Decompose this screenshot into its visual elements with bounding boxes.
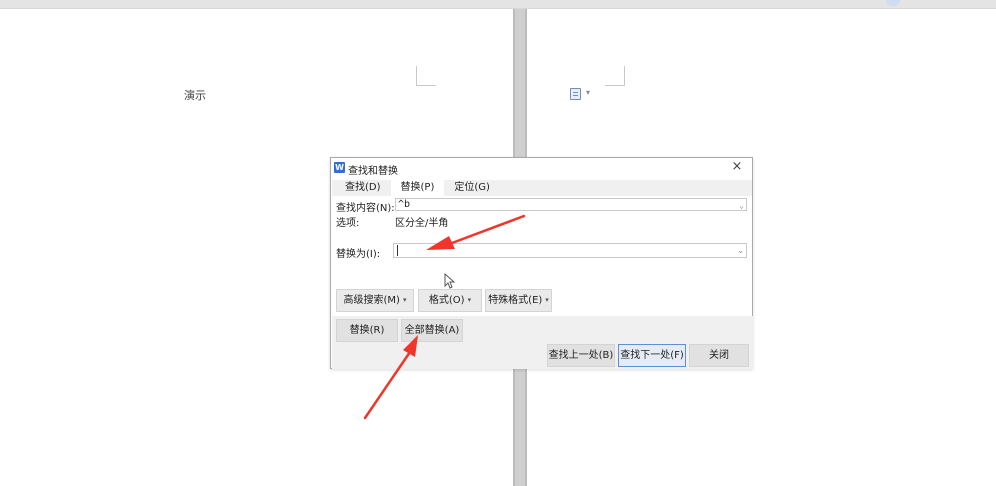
chevron-down-icon[interactable]: ▾ [586,88,590,97]
tab-replace[interactable]: 替换(P) [390,180,445,196]
dialog-titlebar[interactable]: W 查找和替换 × [331,158,752,178]
find-input-value: ^b [398,199,411,210]
chevron-down-icon: ▾ [545,296,549,304]
replace-label: 替换为(I): [336,249,381,260]
options-value: 区分全/半角 [395,218,449,229]
wps-writer-icon: W [334,162,345,173]
tab-find[interactable]: 查找(D) [335,180,391,196]
format-button[interactable]: 格式(O) ▾ [418,289,482,312]
paste-icon[interactable] [570,88,581,100]
page-margin-corner-right [605,66,625,86]
avatar[interactable] [886,0,900,6]
replace-button[interactable]: 替换(R) [336,319,398,342]
options-label: 选项: [336,218,360,229]
find-previous-button[interactable]: 查找上一处(B) [547,344,615,367]
format-label: 格式(O) [428,295,465,306]
text-caret [397,245,398,256]
tab-goto[interactable]: 定位(G) [444,180,500,196]
find-label: 查找内容(N): [336,203,395,214]
chevron-down-icon: ▾ [467,296,472,304]
top-toolbar-strip [0,0,996,9]
replace-all-button[interactable]: 全部替换(A) [401,319,463,342]
advanced-search-label: 高级搜索(M) [343,295,400,306]
close-button[interactable]: 关闭 [689,344,749,367]
chevron-down-icon[interactable]: ⌄ [739,199,744,212]
chevron-down-icon: ▾ [402,296,407,304]
find-replace-dialog: W 查找和替换 × 查找(D) 替换(P) 定位(G) 查找内容(N): ^b … [330,157,753,369]
chevron-down-icon[interactable]: ⌄ [737,244,744,257]
special-format-button[interactable]: 特殊格式(E) ▾ [485,289,552,312]
replace-input[interactable]: ⌄ [393,243,747,258]
find-input[interactable]: ^b ⌄ [395,198,747,211]
dialog-title: 查找和替换 [348,166,398,177]
document-text: 演示 [184,89,206,102]
find-next-button[interactable]: 查找下一处(F) [618,344,686,367]
advanced-search-button[interactable]: 高级搜索(M) ▾ [336,289,414,312]
page-margin-corner-left [416,66,436,86]
special-format-label: 特殊格式(E) [488,295,543,306]
close-icon[interactable]: × [730,159,744,174]
mouse-cursor-icon [444,273,456,289]
tab-bar: 查找(D) 替换(P) 定位(G) [335,180,500,196]
